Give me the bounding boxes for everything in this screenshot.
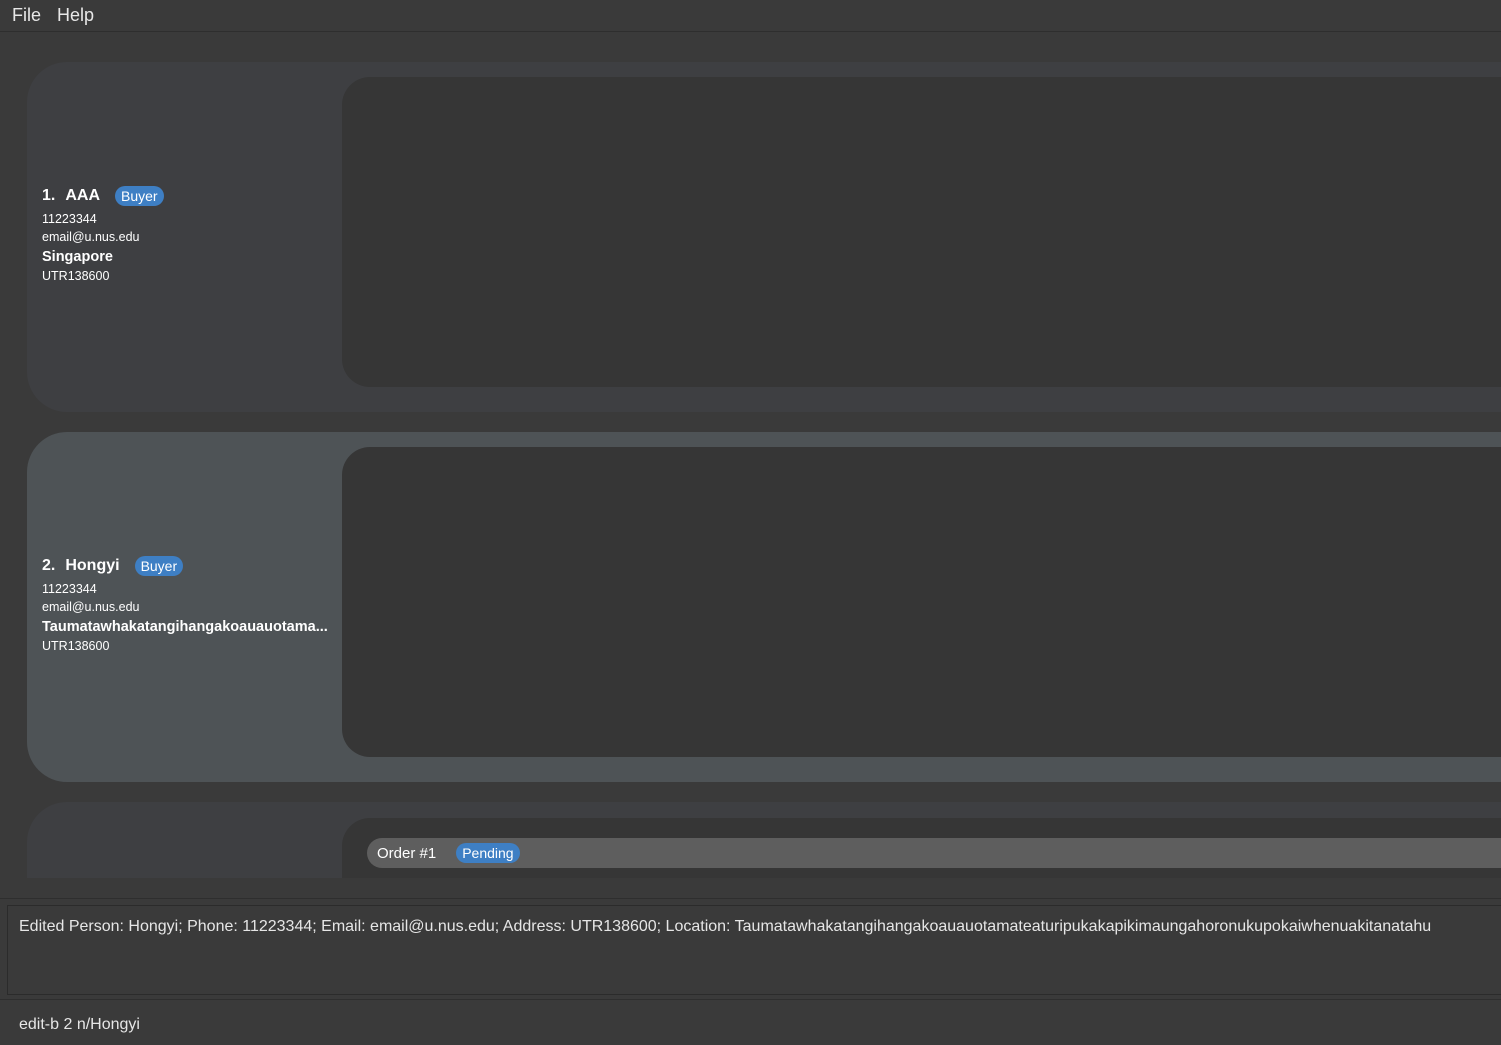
person-index: 1. <box>42 187 56 204</box>
orders-panel: Order #1 Pending <box>342 818 1501 878</box>
person-location: Taumatawhakatangihangakoauauotama... <box>42 619 328 635</box>
divider <box>0 999 1501 1000</box>
menu-file[interactable]: File <box>4 5 49 26</box>
person-tag: Buyer <box>134 556 184 576</box>
person-email: email@u.nus.edu <box>42 600 140 614</box>
person-card[interactable]: 2. Hongyi Buyer 11223344 email@u.nus.edu… <box>27 432 1501 782</box>
person-info: 2. Hongyi Buyer 11223344 email@u.nus.edu… <box>42 556 332 653</box>
menu-help[interactable]: Help <box>49 5 102 26</box>
order-label: Order #1 <box>377 844 437 862</box>
command-input[interactable]: edit-b 2 n/Hongyi <box>0 1004 1501 1045</box>
order-row[interactable]: Order #1 Pending <box>367 838 1501 868</box>
person-phone: 11223344 <box>42 582 97 596</box>
person-card[interactable]: 1. AAA Buyer 11223344 email@u.nus.edu Si… <box>27 62 1501 412</box>
person-tag: Buyer <box>115 186 164 206</box>
result-display: Edited Person: Hongyi; Phone: 11223344; … <box>7 905 1501 995</box>
person-name: AAA <box>65 187 101 204</box>
orders-panel <box>342 447 1501 757</box>
person-list[interactable]: 1. AAA Buyer 11223344 email@u.nus.edu Si… <box>0 33 1501 878</box>
person-email: email@u.nus.edu <box>42 230 140 244</box>
divider <box>0 898 1501 899</box>
person-index: 2. <box>42 557 56 574</box>
person-name: Hongyi <box>65 557 120 574</box>
person-card[interactable]: Order #1 Pending <box>27 802 1501 878</box>
person-address: UTR138600 <box>42 639 110 653</box>
person-phone: 11223344 <box>42 212 97 226</box>
person-info: 1. AAA Buyer 11223344 email@u.nus.edu Si… <box>42 186 332 283</box>
person-address: UTR138600 <box>42 269 110 283</box>
person-location: Singapore <box>42 249 113 265</box>
orders-panel <box>342 77 1501 387</box>
menu-bar: File Help <box>0 0 1501 32</box>
order-status-badge: Pending <box>456 843 520 863</box>
